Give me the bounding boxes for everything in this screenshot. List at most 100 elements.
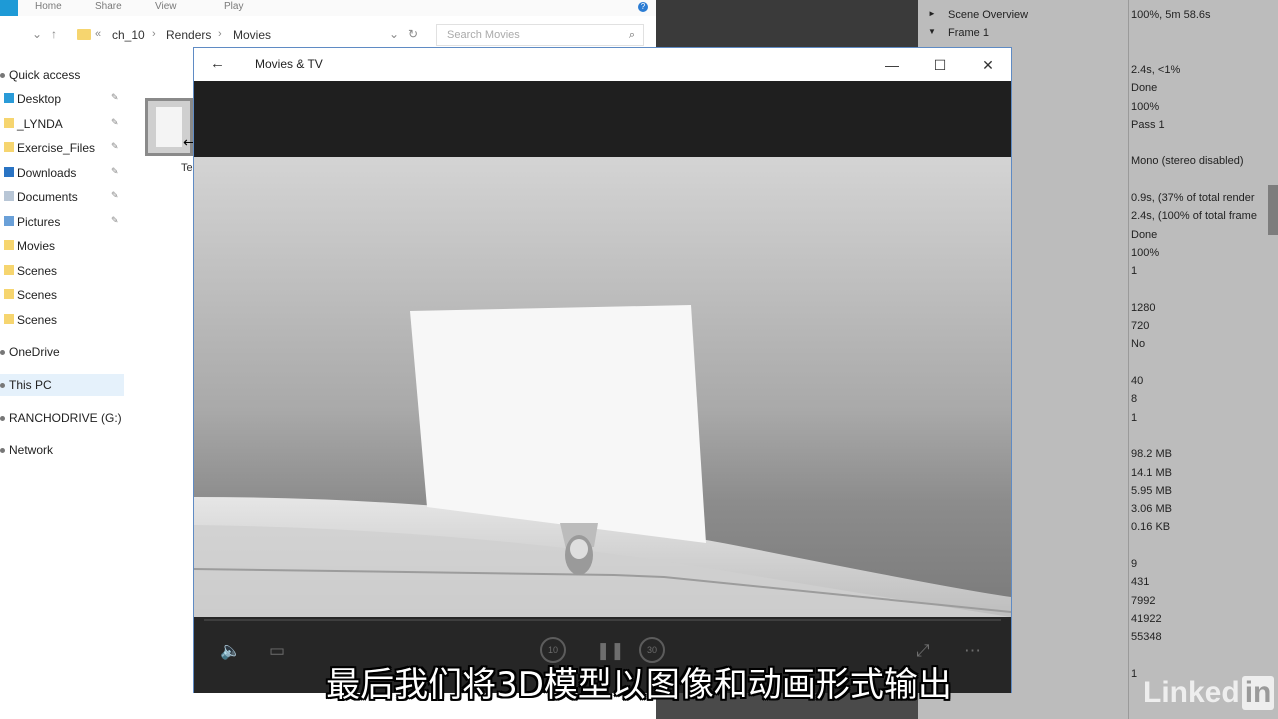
- pin-icon[interactable]: ✎: [111, 141, 119, 152]
- stats-value: No: [1131, 338, 1146, 351]
- stats-value: 41922: [1131, 612, 1162, 625]
- address-dropdown-icon[interactable]: ⌄: [389, 27, 399, 41]
- folder-icon: [4, 142, 14, 152]
- nav-label: Movies: [17, 239, 56, 253]
- stats-value: 14.1 MB: [1131, 466, 1172, 479]
- drive-icon: [0, 416, 5, 421]
- documents-icon: [4, 191, 14, 201]
- stats-value: 40: [1131, 375, 1144, 387]
- folder-icon: [4, 289, 14, 299]
- computer-icon: [0, 383, 5, 388]
- nav-scenes[interactable]: Scenes: [0, 260, 124, 282]
- folder-icon: [77, 29, 91, 40]
- nav-label: _LYNDA: [17, 117, 63, 131]
- up-arrow-icon[interactable]: ↑: [51, 27, 57, 41]
- linkedin-watermark: Linked in: [1143, 676, 1275, 710]
- stats-value: 100%: [1131, 100, 1160, 113]
- nav-movies[interactable]: Movies: [0, 235, 124, 257]
- search-icon: ⌕: [628, 29, 635, 41]
- breadcrumb-ch10[interactable]: ch_10: [112, 28, 145, 42]
- linkedin-logo-icon: in: [1241, 676, 1275, 710]
- pictures-icon: [4, 216, 14, 226]
- folder-icon: [4, 118, 14, 128]
- video-frame[interactable]: [194, 157, 1011, 617]
- tab-play[interactable]: Play: [224, 1, 243, 12]
- nav-quick-access[interactable]: Quick access: [0, 64, 124, 86]
- pin-icon[interactable]: ✎: [111, 117, 119, 128]
- nav-exercise-files[interactable]: Exercise_Files ✎: [0, 137, 124, 159]
- nav-desktop[interactable]: Desktop ✎: [0, 88, 124, 110]
- stats-value: 720: [1131, 320, 1150, 333]
- nav-scenes[interactable]: Scenes: [0, 309, 124, 331]
- nav-scenes[interactable]: Scenes: [0, 284, 124, 306]
- stats-value: 431: [1131, 576, 1150, 589]
- nav-label: Network: [9, 443, 54, 457]
- stats-key: Scene Overview: [948, 9, 1029, 21]
- nav-downloads[interactable]: Downloads ✎: [0, 162, 124, 184]
- tab-share[interactable]: Share: [95, 1, 122, 12]
- stats-value: 9: [1131, 558, 1138, 570]
- stats-value: Done: [1131, 82, 1158, 95]
- breadcrumb-separator: ›: [218, 28, 222, 40]
- expand-triangle-icon[interactable]: ►: [928, 9, 936, 18]
- title-bar: ← Movies & TV — ☐ ✕: [194, 48, 1011, 81]
- back-arrow-icon[interactable]: ←: [210, 55, 225, 72]
- folder-icon: [4, 240, 14, 250]
- help-icon[interactable]: ?: [638, 2, 648, 12]
- nav-label: Quick access: [9, 68, 81, 82]
- nav-documents[interactable]: Documents ✎: [0, 186, 124, 208]
- refresh-icon[interactable]: ↻: [408, 27, 418, 41]
- nav-this-pc[interactable]: This PC: [0, 374, 124, 396]
- nav-pictures[interactable]: Pictures ✎: [0, 211, 124, 233]
- stats-value: 2.4s, (100% of total frame: [1131, 210, 1257, 223]
- subtitle-caption: 最后我们将3D模型以图像和动画形式输出: [326, 665, 952, 705]
- search-input[interactable]: Search Movies ⌕: [436, 24, 644, 46]
- nav-lynda[interactable]: _LYNDA ✎: [0, 113, 124, 135]
- ribbon-tabs: Home Share View Play ?: [0, 0, 656, 16]
- breadcrumb-renders[interactable]: Renders: [166, 28, 211, 42]
- movies-tv-window: ← Movies & TV — ☐ ✕ 🔈 ▭ 10 ❚❚ 30 ⤢ ⋯: [193, 47, 1012, 693]
- stats-value: Pass 1: [1131, 118, 1165, 131]
- nav-label: Desktop: [17, 92, 62, 106]
- nav-label: OneDrive: [9, 345, 60, 359]
- stats-value: 7992: [1131, 594, 1156, 607]
- screen: Home Share View Play ? ⌄ ↑ « ch_10 › Ren…: [0, 0, 1278, 719]
- stats-value: 100%: [1131, 246, 1160, 259]
- cloud-icon: [0, 350, 5, 355]
- stats-value: Done: [1131, 228, 1158, 241]
- tab-home[interactable]: Home: [35, 1, 62, 12]
- breadcrumb-movies[interactable]: Movies: [233, 28, 271, 42]
- close-button[interactable]: ✕: [965, 52, 1011, 78]
- recent-locations-icon[interactable]: ⌄: [32, 27, 42, 41]
- stats-value: 1: [1131, 411, 1138, 424]
- maximize-button[interactable]: ☐: [917, 52, 963, 78]
- minimize-button[interactable]: —: [869, 52, 915, 78]
- stats-key: Frame 1: [948, 27, 989, 40]
- nav-ranchodrive[interactable]: RANCHODRIVE (G:): [0, 407, 124, 429]
- stats-value: Mono (stereo disabled): [1131, 155, 1244, 168]
- pin-icon[interactable]: ✎: [111, 166, 119, 177]
- nav-network[interactable]: Network: [0, 439, 124, 461]
- collapse-triangle-icon[interactable]: ▼: [928, 27, 936, 36]
- watermark-text: Linked: [1143, 676, 1240, 709]
- nav-onedrive[interactable]: OneDrive: [0, 341, 124, 363]
- pin-icon[interactable]: ✎: [111, 190, 119, 201]
- folder-icon: [4, 265, 14, 275]
- stats-value: 1: [1131, 265, 1138, 278]
- stats-row[interactable]: ▼ Frame 1: [918, 24, 1278, 42]
- search-placeholder: Search Movies: [447, 29, 520, 41]
- desktop-icon: [4, 93, 14, 103]
- render-preview-image: [194, 157, 1011, 617]
- folder-icon: [4, 314, 14, 324]
- tab-view[interactable]: View: [155, 1, 177, 12]
- stats-row[interactable]: ► Scene Overview 100%, 5m 58.6s: [918, 6, 1278, 24]
- pin-icon[interactable]: ✎: [111, 215, 119, 226]
- nav-label: Exercise_Files: [17, 141, 96, 155]
- nav-label: Scenes: [17, 264, 58, 278]
- pin-icon[interactable]: ✎: [111, 92, 119, 103]
- nav-label: Scenes: [17, 313, 58, 327]
- breadcrumb-overflow[interactable]: «: [95, 28, 101, 40]
- nav-label: Pictures: [17, 215, 61, 229]
- seek-bar[interactable]: [204, 619, 1001, 621]
- stats-value: 8: [1131, 393, 1138, 406]
